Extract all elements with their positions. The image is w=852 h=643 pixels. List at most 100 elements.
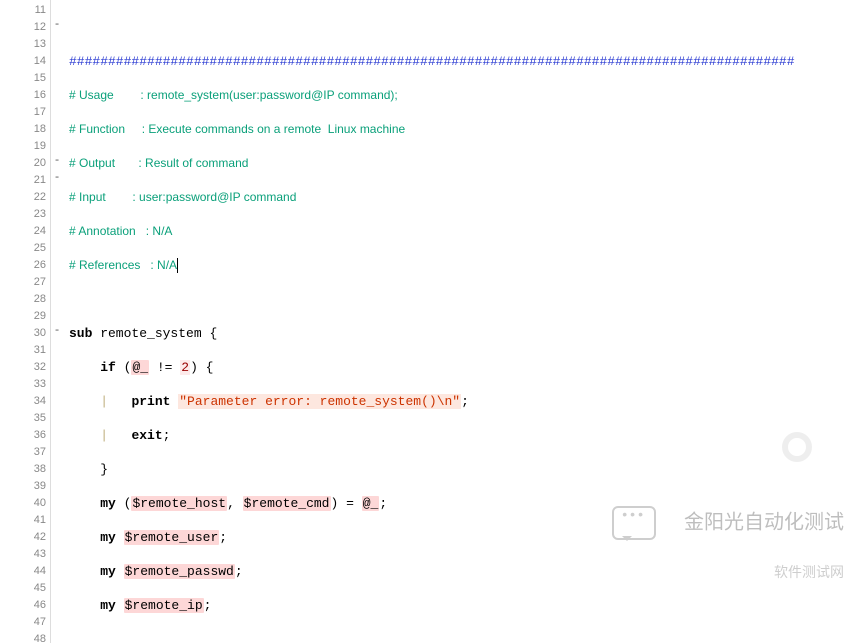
var-remote-cmd: $remote_cmd xyxy=(243,496,331,511)
fold-marker xyxy=(51,102,63,119)
comment-function: # Function : Execute commands on a remot… xyxy=(69,122,405,136)
line-number: 40 xyxy=(0,495,46,512)
line-number: 37 xyxy=(0,444,46,461)
line-number: 32 xyxy=(0,359,46,376)
line-number: 19 xyxy=(0,138,46,155)
line-number: 24 xyxy=(0,223,46,240)
fold-marker xyxy=(51,187,63,204)
kw-my: my xyxy=(100,564,123,579)
fold-marker xyxy=(51,442,63,459)
kw-sub: sub xyxy=(69,326,92,341)
fold-marker xyxy=(51,68,63,85)
fold-marker xyxy=(51,408,63,425)
line-number: 42 xyxy=(0,529,46,546)
code-area[interactable]: ########################################… xyxy=(63,0,852,643)
fold-marker xyxy=(51,221,63,238)
comment-input: # Input : user:password@IP command xyxy=(69,190,296,204)
fold-marker xyxy=(51,357,63,374)
fold-marker[interactable]: - xyxy=(51,170,63,187)
fold-marker xyxy=(51,510,63,527)
line-number: 46 xyxy=(0,597,46,614)
semi: ; xyxy=(379,496,387,511)
fold-marker xyxy=(51,238,63,255)
assign: ) = xyxy=(331,496,362,511)
kw-exit: exit xyxy=(131,428,162,443)
text-caret xyxy=(177,258,178,273)
line-number: 14 xyxy=(0,53,46,70)
fold-marker xyxy=(51,544,63,561)
fold-marker xyxy=(51,272,63,289)
kw-my: my xyxy=(100,598,123,613)
semi: ; xyxy=(163,428,171,443)
comment-annotation: # Annotation : N/A xyxy=(69,224,172,238)
kw-my: my xyxy=(100,530,123,545)
fold-marker xyxy=(51,612,63,629)
line-number: 44 xyxy=(0,563,46,580)
line-number: 12 xyxy=(0,19,46,36)
fold-marker xyxy=(51,595,63,612)
line-number: 33 xyxy=(0,376,46,393)
line-number: 30 xyxy=(0,325,46,342)
fold-marker xyxy=(51,527,63,544)
line-number: 27 xyxy=(0,274,46,291)
line-number: 15 xyxy=(0,70,46,87)
fold-marker xyxy=(51,391,63,408)
fold-marker[interactable]: - xyxy=(51,17,63,34)
fold-marker xyxy=(51,374,63,391)
var-remote-user: $remote_user xyxy=(124,530,220,545)
semi: ; xyxy=(219,530,227,545)
comment-output: # Output : Result of command xyxy=(69,156,248,170)
fold-marker xyxy=(51,255,63,272)
brace-close: } xyxy=(100,462,108,477)
fold-marker xyxy=(51,34,63,51)
fold-marker xyxy=(51,0,63,17)
str-param-error: "Parameter error: remote_system()\n" xyxy=(178,394,461,409)
line-number: 48 xyxy=(0,631,46,643)
fold-marker xyxy=(51,578,63,595)
var-remote-passwd: $remote_passwd xyxy=(124,564,235,579)
semi: ; xyxy=(235,564,243,579)
line-number: 13 xyxy=(0,36,46,53)
fold-marker xyxy=(51,459,63,476)
line-number: 16 xyxy=(0,87,46,104)
fold-marker xyxy=(51,204,63,221)
comment-references: # References : N/A xyxy=(69,258,177,272)
fold-marker xyxy=(51,561,63,578)
fold-marker[interactable]: - xyxy=(51,153,63,170)
comment-usage: # Usage : remote_system(user:password@IP… xyxy=(69,88,398,102)
fold-marker xyxy=(51,476,63,493)
fold-marker[interactable]: - xyxy=(51,323,63,340)
line-number: 41 xyxy=(0,512,46,529)
line-number: 38 xyxy=(0,461,46,478)
line-number: 34 xyxy=(0,393,46,410)
num-2: 2 xyxy=(180,360,190,375)
fold-marker xyxy=(51,136,63,153)
line-number: 20 xyxy=(0,155,46,172)
fold-marker xyxy=(51,85,63,102)
line-number: 28 xyxy=(0,291,46,308)
fold-marker xyxy=(51,340,63,357)
comment-header-bar: ########################################… xyxy=(69,54,795,69)
line-number: 22 xyxy=(0,189,46,206)
line-number: 23 xyxy=(0,206,46,223)
fold-marker xyxy=(51,119,63,136)
fold-marker xyxy=(51,306,63,323)
fold-marker xyxy=(51,629,63,643)
fold-marker xyxy=(51,289,63,306)
editor-root: 1112131415161718192021222324252627282930… xyxy=(0,0,852,643)
line-number: 45 xyxy=(0,580,46,597)
fold-marker xyxy=(51,51,63,68)
semi: ; xyxy=(461,394,469,409)
comma: , xyxy=(227,496,243,511)
fold-marker xyxy=(51,493,63,510)
sub-name: remote_system xyxy=(92,326,209,341)
line-number: 47 xyxy=(0,614,46,631)
kw-if: if xyxy=(100,360,123,375)
line-number-gutter: 1112131415161718192021222324252627282930… xyxy=(0,0,51,643)
line-number: 25 xyxy=(0,240,46,257)
semi: ; xyxy=(204,598,212,613)
line-number: 21 xyxy=(0,172,46,189)
var-args: @_ xyxy=(362,496,380,511)
fold-column: ---- xyxy=(51,0,63,643)
line-number: 39 xyxy=(0,478,46,495)
